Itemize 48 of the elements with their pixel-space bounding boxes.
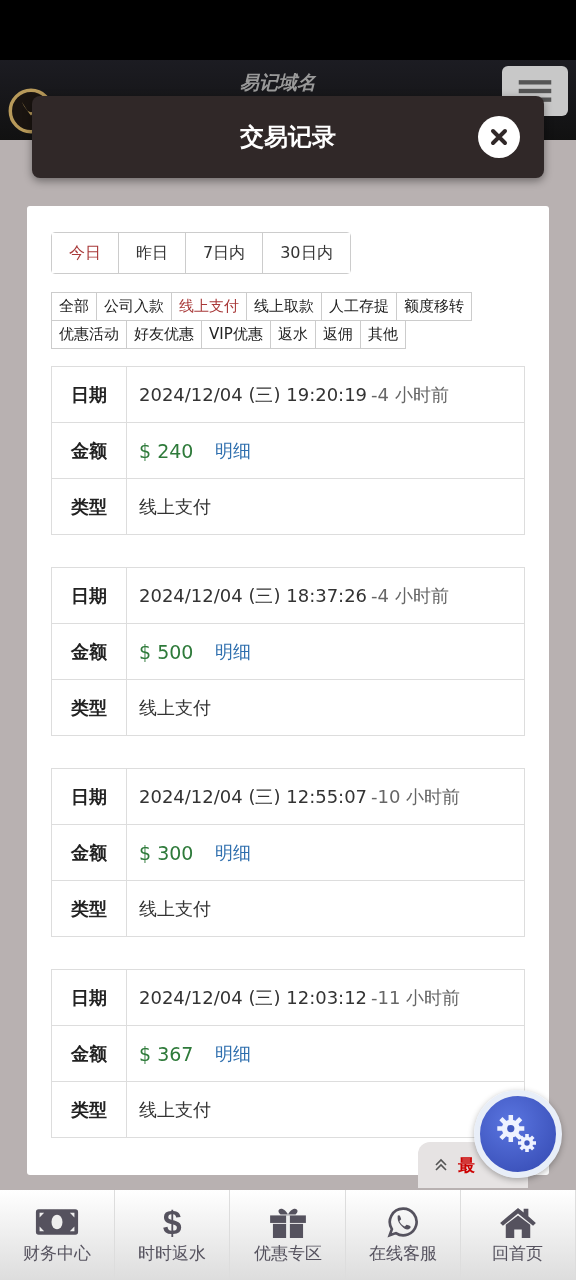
nav-item[interactable]: 优惠专区 xyxy=(230,1190,346,1280)
table-cell: 金额 xyxy=(52,1026,127,1081)
detail-link[interactable]: 明细 xyxy=(215,1041,252,1066)
date-text: 2024/12/04 (三) 19:20:19 xyxy=(139,382,368,407)
date-text: 2024/12/04 (三) 12:03:12 xyxy=(139,985,368,1010)
time-ago-text: -10 小时前 xyxy=(371,784,461,809)
table-cell: 类型 xyxy=(52,479,127,534)
date-tab[interactable]: 今日 xyxy=(52,233,119,273)
table-cell: 日期 xyxy=(52,367,127,422)
filter-tab[interactable]: 其他 xyxy=(359,320,406,349)
nav-item[interactable]: 回首页 xyxy=(460,1190,576,1280)
dollar-icon: $ xyxy=(162,1205,182,1238)
table-cell: 金额 xyxy=(52,624,127,679)
filter-tab[interactable]: 全部 xyxy=(51,292,97,321)
detail-link[interactable]: 明细 xyxy=(215,639,252,664)
slogan-text: 易记域名 xyxy=(239,70,317,95)
detail-link[interactable]: 明细 xyxy=(215,840,252,865)
table-cell: 日期 xyxy=(52,970,127,1025)
nav-item[interactable]: 财务中心 xyxy=(0,1190,116,1280)
filter-tab[interactable]: 优惠活动 xyxy=(51,320,127,349)
table-cell: 日期 xyxy=(52,769,127,824)
date-text: 2024/12/04 (三) 18:37:26 xyxy=(139,583,368,608)
table-cell: 类型 xyxy=(52,1082,127,1137)
close-button[interactable] xyxy=(478,116,520,158)
type-text: 线上支付 xyxy=(139,1097,211,1122)
time-ago-text: -11 小时前 xyxy=(371,985,461,1010)
amount-text: $ 300 xyxy=(139,841,194,864)
type-text: 线上支付 xyxy=(139,695,211,720)
type-text: 线上支付 xyxy=(139,494,211,519)
table-cell: 金额 xyxy=(52,423,127,478)
double-chevron-icon xyxy=(434,1158,448,1172)
amount-text: $ 367 xyxy=(139,1042,194,1065)
close-icon xyxy=(489,127,509,147)
modal-title: 交易记录 xyxy=(240,122,336,153)
table-cell: 日期 xyxy=(52,568,127,623)
nav-item[interactable]: 在线客服 xyxy=(345,1190,461,1280)
table-cell: 类型 xyxy=(52,881,127,936)
amount-text: $ 500 xyxy=(139,640,194,663)
detail-link[interactable]: 明细 xyxy=(215,438,252,463)
table-cell: 金额 xyxy=(52,825,127,880)
type-text: 线上支付 xyxy=(139,896,211,921)
date-text: 2024/12/04 (三) 12:55:07 xyxy=(139,784,368,809)
table-cell: 类型 xyxy=(52,680,127,735)
amount-text: $ 240 xyxy=(139,439,194,462)
filter-tab[interactable]: 额度移转 xyxy=(396,292,472,321)
nav-item[interactable]: $ 时时返水 xyxy=(115,1190,231,1280)
time-ago-text: -4 小时前 xyxy=(371,382,449,407)
time-ago-text: -4 小时前 xyxy=(371,583,449,608)
